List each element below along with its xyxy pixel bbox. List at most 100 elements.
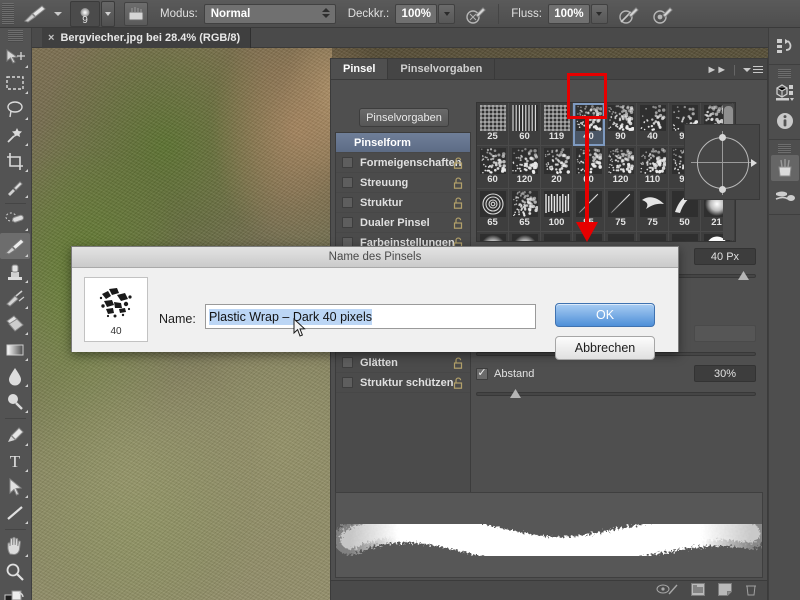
brush-tip-cell[interactable]: 60 bbox=[573, 146, 605, 189]
brush-tip-cell[interactable]: 25 bbox=[477, 103, 509, 146]
angle-handle-bottom[interactable] bbox=[719, 186, 726, 193]
brush-option-formeigenschaften[interactable]: Formeigenschaften bbox=[336, 153, 470, 173]
tool-zoom[interactable] bbox=[0, 559, 30, 585]
tool-pen[interactable] bbox=[0, 422, 30, 448]
tool-type[interactable]: T bbox=[0, 448, 30, 474]
checkbox[interactable] bbox=[342, 157, 353, 168]
pressure-size-icon[interactable] bbox=[650, 2, 676, 26]
brush-option-struktur-schuetzen[interactable]: Struktur schützen bbox=[336, 373, 470, 393]
brush-tip-cell[interactable]: 65 bbox=[509, 189, 541, 232]
brush-tip-cell[interactable]: 75 bbox=[605, 189, 637, 232]
tool-dodge[interactable] bbox=[0, 389, 30, 415]
brush-presets-panel-icon[interactable] bbox=[771, 183, 799, 209]
double-chevron-right-icon[interactable]: ►► bbox=[706, 64, 727, 76]
new-brush-icon[interactable] bbox=[718, 582, 732, 599]
tool-gradient[interactable] bbox=[0, 337, 30, 363]
opacity-pressure-toggle-icon[interactable] bbox=[463, 2, 489, 26]
brush-option-pinselform[interactable]: Pinselform bbox=[336, 133, 470, 153]
brush-presets-button[interactable]: Pinselvorgaben bbox=[359, 108, 449, 127]
lock-icon[interactable] bbox=[453, 377, 463, 389]
tool-history-brush[interactable] bbox=[0, 285, 30, 311]
options-bar-grip[interactable] bbox=[2, 2, 14, 25]
opacity-input[interactable]: 100% bbox=[395, 3, 438, 24]
tools-panel-grip[interactable] bbox=[8, 30, 23, 42]
angle-pointer-icon[interactable] bbox=[751, 159, 757, 167]
lock-icon[interactable] bbox=[453, 177, 463, 189]
tool-crop[interactable] bbox=[0, 148, 30, 174]
brush-tip-cell[interactable]: 80 bbox=[637, 232, 669, 241]
angle-handle-top[interactable] bbox=[719, 134, 726, 141]
toggle-visibility-icon[interactable] bbox=[656, 583, 678, 598]
flow-input[interactable]: 100% bbox=[547, 3, 590, 24]
document-tab[interactable]: × Bergviecher.jpg bei 28.4% (RGB/8) bbox=[42, 28, 252, 48]
new-preset-icon[interactable] bbox=[691, 582, 705, 599]
brush-panel-icon[interactable] bbox=[770, 155, 799, 181]
brush-tip-cell[interactable]: 120 bbox=[509, 146, 541, 189]
lock-icon[interactable] bbox=[453, 197, 463, 209]
spacing-field[interactable]: 30% bbox=[694, 365, 756, 382]
checkbox[interactable] bbox=[342, 177, 353, 188]
tab-pinsel[interactable]: Pinsel bbox=[331, 59, 389, 79]
tool-brush[interactable] bbox=[0, 233, 30, 259]
brush-tip-cell[interactable]: 100 bbox=[669, 232, 701, 241]
flow-dropdown[interactable] bbox=[590, 3, 608, 24]
brush-tip-cell[interactable]: 20 bbox=[509, 232, 541, 241]
cancel-button[interactable]: Abbrechen bbox=[555, 336, 655, 360]
tool-clone-stamp[interactable] bbox=[0, 259, 30, 285]
brush-tip-cell[interactable]: 60 bbox=[509, 103, 541, 146]
tab-pinselvorgaben[interactable]: Pinselvorgaben bbox=[388, 59, 496, 79]
brush-tip-cell[interactable]: 60 bbox=[477, 146, 509, 189]
tool-magic-wand[interactable] bbox=[0, 122, 30, 148]
brush-angle-control[interactable] bbox=[684, 124, 760, 200]
brush-tip-cell[interactable]: 100 bbox=[541, 189, 573, 232]
tool-lasso[interactable] bbox=[0, 96, 30, 122]
brush-option-struktur[interactable]: Struktur bbox=[336, 193, 470, 213]
brush-tip-cell[interactable]: 40 bbox=[637, 103, 669, 146]
brush-tip-cell[interactable]: 25 bbox=[477, 232, 509, 241]
tool-hand[interactable] bbox=[0, 533, 30, 559]
brush-tip-cell[interactable]: 119 bbox=[541, 103, 573, 146]
brush-tip-cell[interactable]: 75 bbox=[637, 189, 669, 232]
tool-move[interactable] bbox=[0, 44, 30, 70]
brush-name-input[interactable]: Plastic Wrap – Dark 40 pixels bbox=[205, 304, 536, 329]
brush-presets-toggle-button[interactable] bbox=[124, 1, 148, 26]
panel-menu-icon[interactable] bbox=[743, 64, 763, 75]
brush-size-preview[interactable]: 9 bbox=[70, 0, 100, 27]
brush-tip-cell[interactable]: 40 bbox=[573, 103, 605, 146]
brush-tip-cell[interactable]: 25 bbox=[541, 232, 573, 241]
lock-icon[interactable] bbox=[453, 357, 463, 369]
checkbox[interactable] bbox=[342, 357, 353, 368]
spacing-checkbox[interactable]: ✓ bbox=[476, 367, 488, 380]
tool-eyedropper[interactable] bbox=[0, 174, 30, 200]
dock-grip[interactable] bbox=[778, 69, 791, 78]
opacity-dropdown[interactable] bbox=[438, 3, 456, 24]
tool-line[interactable] bbox=[0, 500, 30, 526]
tool-healing-brush[interactable] bbox=[0, 207, 30, 233]
history-panel-icon[interactable] bbox=[771, 33, 799, 59]
brush-tip-cell[interactable]: 20 bbox=[541, 146, 573, 189]
brush-option-streuung[interactable]: Streuung bbox=[336, 173, 470, 193]
checkbox[interactable] bbox=[342, 217, 353, 228]
tool-blur[interactable] bbox=[0, 363, 30, 389]
spacing-slider[interactable] bbox=[476, 389, 756, 398]
lock-icon[interactable] bbox=[453, 217, 463, 229]
lock-icon[interactable] bbox=[453, 157, 463, 169]
delete-icon[interactable] bbox=[745, 583, 757, 599]
tool-marquee[interactable] bbox=[0, 70, 30, 96]
tool-eraser[interactable] bbox=[0, 311, 30, 337]
tool-path-selection[interactable] bbox=[0, 474, 30, 500]
brush-tip-cell[interactable]: 90 bbox=[605, 103, 637, 146]
ok-button[interactable]: OK bbox=[555, 303, 655, 327]
close-icon[interactable]: × bbox=[48, 32, 54, 44]
active-tool-brush-icon[interactable] bbox=[18, 2, 52, 26]
brush-tip-cell[interactable]: 110 bbox=[637, 146, 669, 189]
blend-mode-select[interactable]: Normal bbox=[203, 3, 336, 24]
checkbox[interactable] bbox=[342, 197, 353, 208]
checkbox[interactable] bbox=[342, 377, 353, 388]
3d-panel-icon[interactable] bbox=[771, 80, 799, 106]
brush-option-dualer-pinsel[interactable]: Dualer Pinsel bbox=[336, 213, 470, 233]
brush-option-glaetten[interactable]: Glätten bbox=[336, 353, 470, 373]
brush-size-field[interactable]: 40 Px bbox=[694, 248, 756, 265]
airbrush-icon[interactable] bbox=[616, 2, 642, 26]
hardness-field[interactable] bbox=[694, 325, 756, 342]
